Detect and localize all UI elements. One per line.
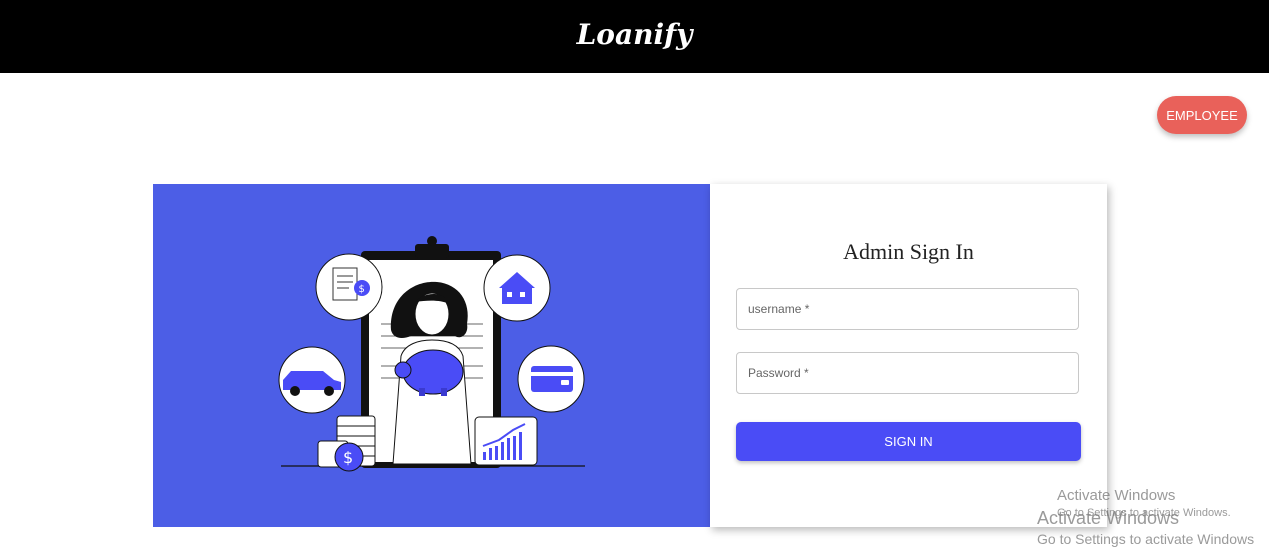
employee-button[interactable]: EMPLOYEE — [1157, 96, 1247, 134]
house-icon — [483, 254, 551, 322]
car-icon — [278, 346, 346, 414]
credit-card-icon — [517, 345, 585, 413]
username-field[interactable] — [736, 288, 1079, 330]
username-input[interactable] — [737, 289, 1078, 329]
illustration-panel: $ $ — [153, 184, 710, 527]
sign-in-button[interactable]: SIGN IN — [736, 422, 1081, 461]
loan-illustration: $ $ — [278, 236, 585, 472]
windows-activation-watermark-title-2: Activate Windows — [1037, 508, 1180, 528]
document-dollar-icon: $ — [315, 253, 383, 321]
password-field[interactable] — [736, 352, 1079, 394]
svg-text:$: $ — [343, 448, 353, 467]
growth-chart-icon — [474, 416, 538, 466]
brand-logo[interactable]: Loanify — [577, 18, 693, 51]
coin-stack-icon: $ — [317, 415, 376, 472]
sign-in-card: Admin Sign In SIGN IN — [710, 184, 1107, 527]
top-navbar: Loanify — [0, 0, 1269, 73]
svg-text:$: $ — [359, 284, 365, 295]
windows-activation-watermark-subtitle-2: Go to Settings to activate Windows — [1037, 531, 1255, 547]
windows-activation-watermark-title: Activate Windows — [1057, 487, 1176, 504]
page-title: Admin Sign In — [843, 239, 974, 264]
password-input[interactable] — [737, 353, 1078, 393]
